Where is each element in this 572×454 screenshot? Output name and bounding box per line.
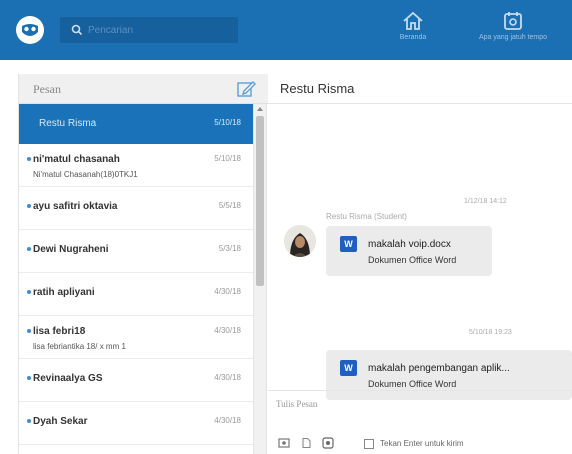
unread-dot xyxy=(27,329,31,333)
app-logo-icon[interactable] xyxy=(14,14,46,46)
home-icon xyxy=(403,11,423,30)
unread-dot xyxy=(27,157,31,161)
nav-due-label: Apa yang jatuh tempo xyxy=(478,34,548,41)
scrollbar-thumb[interactable] xyxy=(256,116,264,286)
conversation-date: 4/30/18 xyxy=(214,326,241,335)
conversation-item[interactable]: lisa febri18 lisa febriantika 18/ x mm 1… xyxy=(19,316,255,359)
message-timestamp: 1/12/18 14:12 xyxy=(464,198,507,205)
unread-dot xyxy=(27,290,31,294)
enter-to-send-checkbox[interactable] xyxy=(364,439,374,449)
message-sender: Restu Risma (Student) xyxy=(326,212,407,221)
file-type: Dokumen Office Word xyxy=(368,255,457,265)
conversation-preview: Ni'matul Chasanah(18)0TKJ1 xyxy=(33,170,138,179)
file-name: makalah pengembangan aplik... xyxy=(368,363,510,374)
word-document-icon: W xyxy=(340,236,357,252)
conversation-date: 4/30/18 xyxy=(214,287,241,296)
attachment-icon[interactable] xyxy=(300,437,312,449)
word-document-icon: W xyxy=(340,360,357,376)
conversation-scrollbar[interactable] xyxy=(253,104,266,454)
conversation-name: ayu safitri oktavia xyxy=(33,201,118,212)
conversation-name: ratih apliyani xyxy=(33,287,95,298)
conversation-date: 5/10/18 xyxy=(214,118,241,127)
conversation-item[interactable]: ratih apliyani 4/30/18 xyxy=(19,273,255,316)
search-icon xyxy=(71,24,83,36)
message-area: 1/12/18 14:12 Restu Risma (Student) W ma… xyxy=(268,105,572,400)
message-composer: Tekan Enter untuk kirim xyxy=(268,390,572,454)
unread-dot xyxy=(27,419,31,423)
conversation-name: Revinaalya GS xyxy=(33,373,103,384)
image-icon[interactable] xyxy=(278,437,290,449)
emoji-icon[interactable] xyxy=(322,437,334,449)
nav-home-label: Beranda xyxy=(399,34,427,41)
conversation-item[interactable]: Restu Risma 5/10/18 xyxy=(19,104,255,144)
conversation-name: Restu Risma xyxy=(39,118,97,129)
file-type: Dokumen Office Word xyxy=(368,379,457,389)
nav-home[interactable]: Beranda xyxy=(388,10,438,54)
conversation-name: Dewi Nugraheni xyxy=(33,244,109,255)
conversation-item[interactable]: ni'matul chasanah Ni'matul Chasanah(18)0… xyxy=(19,144,255,187)
conversation-date: 5/5/18 xyxy=(218,201,241,210)
message-timestamp: 5/10/18 19:23 xyxy=(469,329,512,336)
panel-title: Pesan xyxy=(33,82,61,96)
nav-due[interactable]: Apa yang jatuh tempo xyxy=(456,10,570,54)
conversation-date: 4/30/18 xyxy=(214,416,241,425)
chat-title: Restu Risma xyxy=(280,81,355,96)
file-attachment[interactable]: W makalah voip.docx Dokumen Office Word xyxy=(326,226,492,276)
conversation-item[interactable]: ayu safitri oktavia 5/5/18 xyxy=(19,187,255,230)
scroll-up-arrow-icon[interactable] xyxy=(257,107,263,111)
avatar-image xyxy=(284,225,316,257)
file-name: makalah voip.docx xyxy=(368,239,451,250)
chat-panel: Restu Risma 1/12/18 14:12 Restu Risma (S… xyxy=(268,74,572,454)
avatar xyxy=(284,225,316,257)
conversation-date: 5/10/18 xyxy=(214,154,241,163)
top-bar: Beranda Apa yang jatuh tempo xyxy=(0,0,572,60)
conversation-item[interactable]: Dyah Sekar 4/30/18 xyxy=(19,402,255,445)
conversation-date: 4/30/18 xyxy=(214,373,241,382)
conversation-item[interactable]: Dewi Nugraheni 5/3/18 xyxy=(19,230,255,273)
unread-dot xyxy=(27,247,31,251)
calendar-icon xyxy=(504,12,522,30)
conversation-preview: lisa febriantika 18/ x mm 1 xyxy=(33,342,126,351)
conversation-panel: Pesan Restu Risma 5/10/18 ni'matul chasa… xyxy=(18,74,268,454)
conversation-list: Restu Risma 5/10/18 ni'matul chasanah Ni… xyxy=(19,104,255,454)
enter-to-send-label: Tekan Enter untuk kirim xyxy=(380,439,464,448)
unread-dot xyxy=(27,376,31,380)
message-input[interactable] xyxy=(276,399,566,423)
compose-icon[interactable] xyxy=(236,79,256,99)
search-input[interactable] xyxy=(88,21,233,39)
conversation-name: lisa febri18 xyxy=(33,326,86,337)
chat-header: Restu Risma xyxy=(268,74,572,104)
conversation-name: ni'matul chasanah xyxy=(33,154,120,165)
conversation-item[interactable]: Revinaalya GS 4/30/18 xyxy=(19,359,255,402)
conversation-panel-header: Pesan xyxy=(19,74,268,104)
search-box xyxy=(60,17,238,43)
conversation-date: 5/3/18 xyxy=(218,244,241,253)
conversation-name: Dyah Sekar xyxy=(33,416,88,427)
unread-dot xyxy=(27,204,31,208)
